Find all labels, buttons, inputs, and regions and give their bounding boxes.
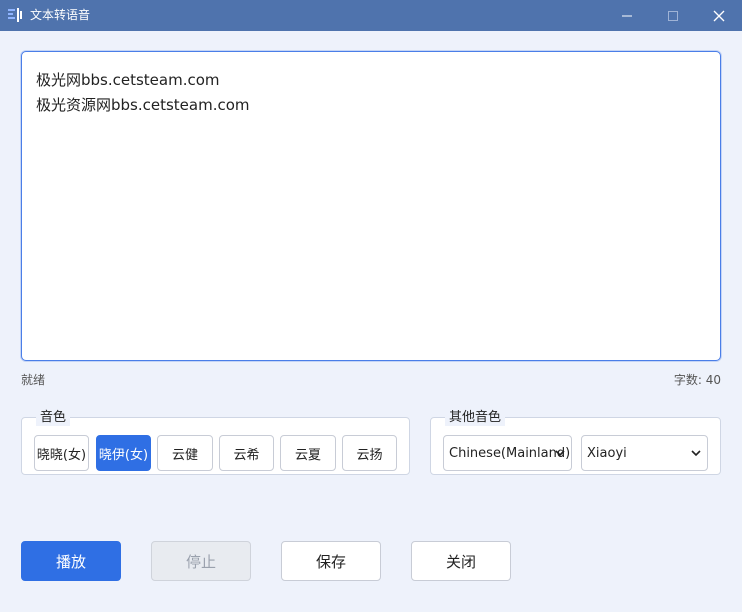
voice-option-yunjian[interactable]: 云健 [157, 435, 213, 471]
text-input-area[interactable]: 极光网bbs.cetsteam.com 极光资源网bbs.cetsteam.co… [21, 51, 721, 361]
text-line: 极光资源网bbs.cetsteam.com [36, 96, 250, 114]
text-line: 极光网bbs.cetsteam.com [36, 71, 220, 89]
maximize-icon [668, 10, 678, 21]
close-window-button[interactable] [696, 0, 742, 31]
other-voice-group: 其他音色 Chinese(Mainland) Xiaoyi [430, 409, 721, 475]
minimize-icon [622, 15, 632, 16]
close-icon [713, 10, 725, 21]
voice-option-yunxia[interactable]: 云夏 [280, 435, 336, 471]
voice-select-value: Xiaoyi [587, 445, 627, 461]
save-button[interactable]: 保存 [281, 541, 381, 581]
char-count: 字数: 40 [673, 373, 721, 387]
play-button[interactable]: 播放 [21, 541, 121, 581]
voice-option-yunyang[interactable]: 云扬 [342, 435, 397, 471]
close-button[interactable]: 关闭 [411, 541, 511, 581]
language-select-value: Chinese(Mainland) [449, 445, 571, 461]
other-voice-legend: 其他音色 [445, 409, 506, 426]
minimize-button[interactable] [604, 0, 650, 31]
maximize-button[interactable] [650, 0, 696, 31]
title-bar[interactable]: 文本转语音 [0, 0, 742, 31]
chevron-down-icon [691, 450, 701, 457]
voice-select[interactable]: Xiaoyi [581, 435, 708, 471]
voice-group-legend: 音色 [36, 409, 71, 426]
voice-option-xiaoxiao[interactable]: 晓晓(女) [34, 435, 89, 471]
voice-option-yunxi[interactable]: 云希 [219, 435, 274, 471]
language-select[interactable]: Chinese(Mainland) [443, 435, 572, 471]
voice-group: 音色 晓晓(女) 晓伊(女) 云健 云希 云夏 云扬 [21, 409, 410, 475]
status-text: 就绪 [21, 373, 46, 387]
window-title: 文本转语音 [30, 8, 91, 22]
app-audio-icon [8, 8, 22, 22]
stop-button: 停止 [151, 541, 251, 581]
voice-option-xiaoyi[interactable]: 晓伊(女) [96, 435, 151, 471]
chevron-down-icon [555, 450, 565, 457]
